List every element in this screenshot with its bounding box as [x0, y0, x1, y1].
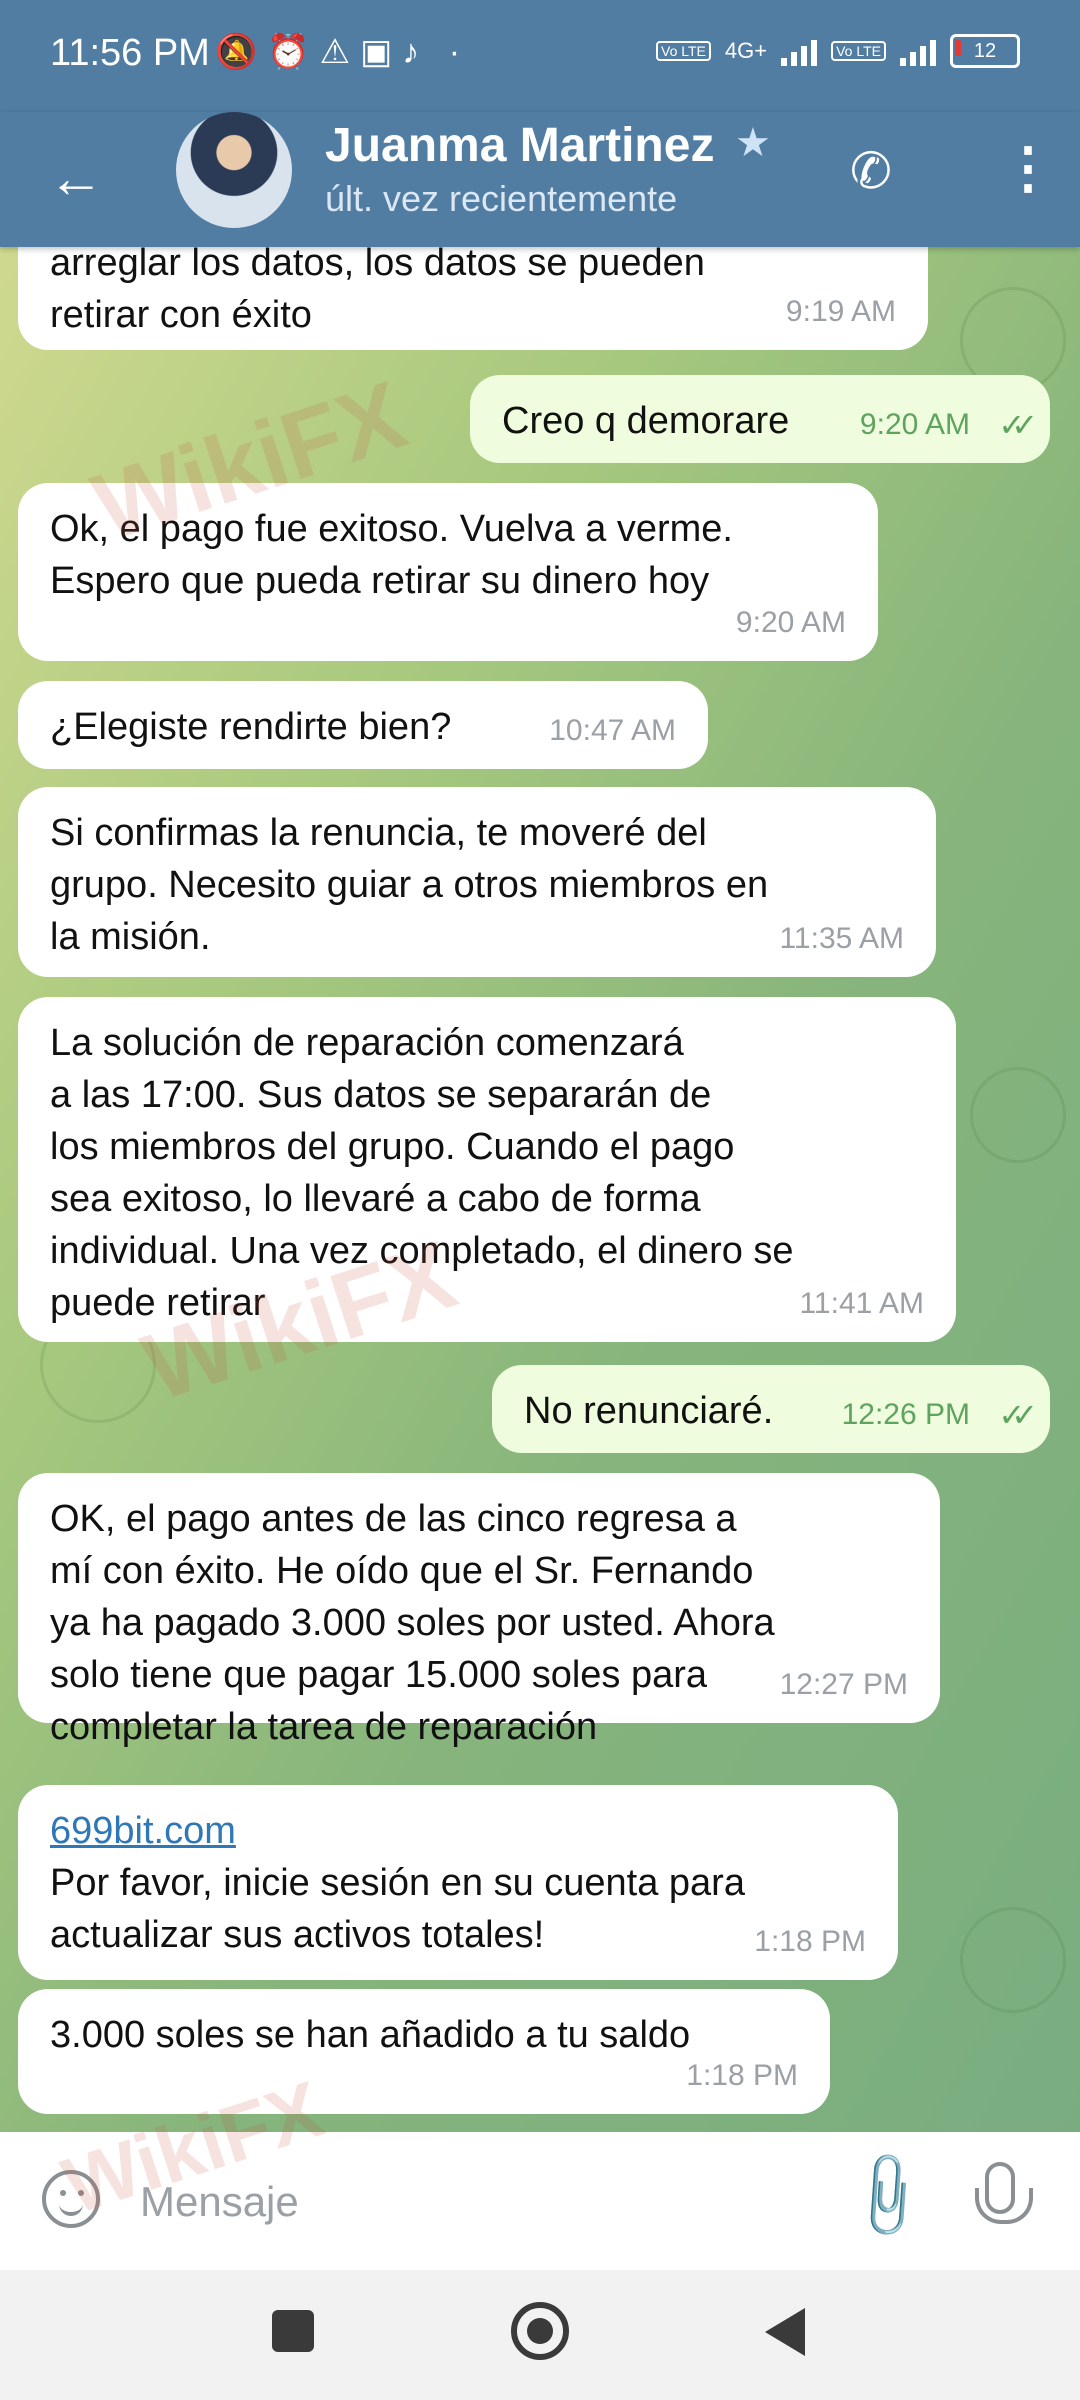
- system-back-icon[interactable]: [765, 2308, 805, 2356]
- message-bubble-incoming[interactable]: 699bit.com Por favor, inicie sesión en s…: [18, 1785, 898, 1980]
- read-checkmarks-icon: ✓✓: [998, 1397, 1037, 1433]
- message-text: Por favor, inicie sesión en su cuenta pa…: [50, 1862, 745, 1956]
- microphone-icon[interactable]: [975, 2162, 1033, 2224]
- message-bubble-outgoing[interactable]: No renunciaré. 12:26 PM ✓✓: [492, 1365, 1050, 1453]
- background-doodle: [960, 1907, 1066, 2013]
- battery-level: 12: [973, 39, 997, 62]
- signal-icon: [781, 36, 818, 66]
- message-text: arreglar los datos, los datos se pueden …: [50, 247, 705, 336]
- battery-icon: 12: [950, 34, 1020, 68]
- volte-icon: Vo LTE: [656, 41, 711, 61]
- message-bubble-incoming[interactable]: La solución de reparación comenzará a la…: [18, 997, 956, 1342]
- read-checkmarks-icon: ✓✓: [998, 407, 1037, 443]
- chat-messages-area[interactable]: arreglar los datos, los datos se pueden …: [0, 247, 1080, 2132]
- background-doodle: [970, 1067, 1066, 1163]
- contact-name[interactable]: Juanma Martinez: [325, 118, 714, 173]
- message-bubble-incoming[interactable]: OK, el pago antes de las cinco regresa a…: [18, 1473, 940, 1748]
- status-time: 11:56 PM: [50, 32, 210, 74]
- system-navigation-bar: [0, 2270, 1080, 2400]
- message-text: OK, el pago antes de las cinco regresa a…: [50, 1498, 775, 1748]
- avatar[interactable]: [176, 112, 292, 228]
- home-icon[interactable]: [511, 2302, 569, 2360]
- message-bubble-incoming[interactable]: Si confirmas la renuncia, te moveré del …: [18, 787, 936, 977]
- attach-icon[interactable]: 📎: [836, 2144, 939, 2247]
- message-time: 11:41 AM: [799, 1287, 924, 1320]
- back-arrow-icon[interactable]: ←: [48, 150, 104, 206]
- signal-icon-2: [900, 36, 936, 66]
- notification-icons: 🔕⏰⚠▣♪ ·: [215, 33, 471, 71]
- status-bar: 11:56 PM 🔕⏰⚠▣♪ · Vo LTE 4G+ Vo LTE 12: [0, 0, 1080, 112]
- message-text: Si confirmas la renuncia, te moveré del …: [50, 812, 769, 958]
- star-icon: ★: [735, 121, 771, 165]
- message-time: 12:27 PM: [779, 1668, 908, 1701]
- message-time: 9:19 AM: [785, 295, 896, 328]
- volte-icon-2: Vo LTE: [831, 41, 886, 61]
- recent-apps-icon[interactable]: [272, 2310, 314, 2352]
- message-time: 9:20 AM: [859, 408, 970, 441]
- message-bubble-outgoing[interactable]: Creo q demorare 9:20 AM ✓✓: [470, 375, 1050, 463]
- message-time: 1:18 PM: [754, 1925, 866, 1958]
- message-time: 12:26 PM: [841, 1398, 970, 1431]
- last-seen-status: últ. vez recientemente: [325, 178, 678, 219]
- message-text: La solución de reparación comenzará a la…: [50, 1022, 794, 1324]
- message-time: 10:47 AM: [549, 714, 676, 747]
- message-time: 11:35 AM: [779, 922, 904, 955]
- message-link[interactable]: 699bit.com: [50, 1805, 866, 1857]
- message-time: 1:18 PM: [686, 2059, 798, 2092]
- message-bubble-incoming[interactable]: ¿Elegiste rendirte bien? 10:47 AM: [18, 681, 708, 769]
- network-type: 4G+: [724, 38, 768, 63]
- message-bubble-incoming[interactable]: 3.000 soles se han añadido a tu saldo 1:…: [18, 1989, 830, 2114]
- phone-call-icon[interactable]: ✆: [850, 142, 892, 200]
- message-composer: 📎 WikiFX: [0, 2064, 1080, 2270]
- message-bubble-incoming[interactable]: arreglar los datos, los datos se pueden …: [18, 247, 928, 350]
- chat-header: ← Juanma Martinez ★ últ. vez recientemen…: [0, 112, 1080, 247]
- status-right-icons: Vo LTE 4G+ Vo LTE 12: [656, 34, 1020, 68]
- message-time: 9:20 AM: [735, 606, 846, 639]
- more-options-icon[interactable]: ⋮: [1000, 140, 1056, 196]
